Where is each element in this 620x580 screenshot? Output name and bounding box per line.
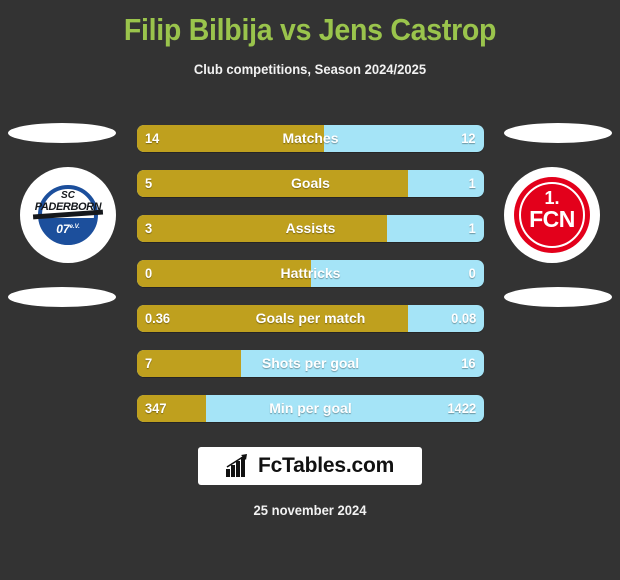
stat-row-assists: 3 Assists 1: [137, 215, 484, 242]
stat-bars-list: 14 Matches 12 5 Goals 1 3 Assists 1 0 Ha…: [137, 125, 484, 440]
crest-left-year: 07: [56, 222, 70, 236]
decorative-ellipse-bottom-right: [504, 287, 612, 307]
stat-label: Hattricks: [280, 265, 341, 281]
team-crest-left: SC PADERBORN 07e.V.: [20, 167, 116, 263]
paderborn-logo-icon: SC PADERBORN 07e.V.: [31, 178, 105, 252]
stat-right-value: 1: [468, 175, 476, 191]
page-subtitle: Club competitions, Season 2024/2025: [193, 61, 427, 77]
report-date: 25 november 2024: [253, 502, 367, 518]
decorative-ellipse-top-left: [8, 123, 116, 143]
stat-label: Goals: [291, 175, 330, 191]
fctables-brand-text: FcTables.com: [257, 454, 395, 477]
stat-right-value: 0: [468, 265, 476, 281]
stat-label: Assists: [285, 220, 336, 236]
crest-left-line3: 07e.V.: [31, 222, 105, 236]
bar-chart-growth-icon: [225, 454, 247, 477]
fcn-logo-icon: 1. FCN: [512, 175, 592, 255]
stat-row-matches: 14 Matches 12: [137, 125, 484, 152]
stat-row-min-per-goal: 347 Min per goal 1422: [137, 395, 484, 422]
stat-label: Min per goal: [269, 400, 352, 416]
stat-right-value: 12: [461, 130, 476, 146]
stat-row-goals: 5 Goals 1: [137, 170, 484, 197]
stat-comparison-card: Filip Bilbija vs Jens Castrop Club compe…: [0, 0, 620, 580]
decorative-ellipse-top-right: [504, 123, 612, 143]
fctables-brand-badge[interactable]: FcTables.com: [198, 447, 422, 485]
stat-row-shots-per-goal: 7 Shots per goal 16: [137, 350, 484, 377]
stat-label: Matches: [282, 130, 339, 146]
stat-right-value: 0.08: [450, 310, 476, 326]
team-crest-right: 1. FCN: [504, 167, 600, 263]
stat-label: Goals per match: [255, 310, 366, 326]
stat-right-value: 1: [468, 220, 476, 236]
crest-left-suffix: e.V.: [69, 224, 80, 230]
stat-right-value: 1422: [447, 400, 476, 416]
stat-row-goals-per-match: 0.36 Goals per match 0.08: [137, 305, 484, 332]
crest-right-line2: FCN: [529, 206, 575, 232]
stat-right-value: 16: [461, 355, 476, 371]
crest-right-line1: 1.: [544, 188, 560, 208]
stat-label: Shots per goal: [261, 355, 360, 371]
stat-row-hattricks: 0 Hattricks 0: [137, 260, 484, 287]
crest-left-line1: SC: [61, 190, 75, 201]
decorative-ellipse-bottom-left: [8, 287, 116, 307]
page-title: Filip Bilbija vs Jens Castrop: [123, 12, 497, 47]
